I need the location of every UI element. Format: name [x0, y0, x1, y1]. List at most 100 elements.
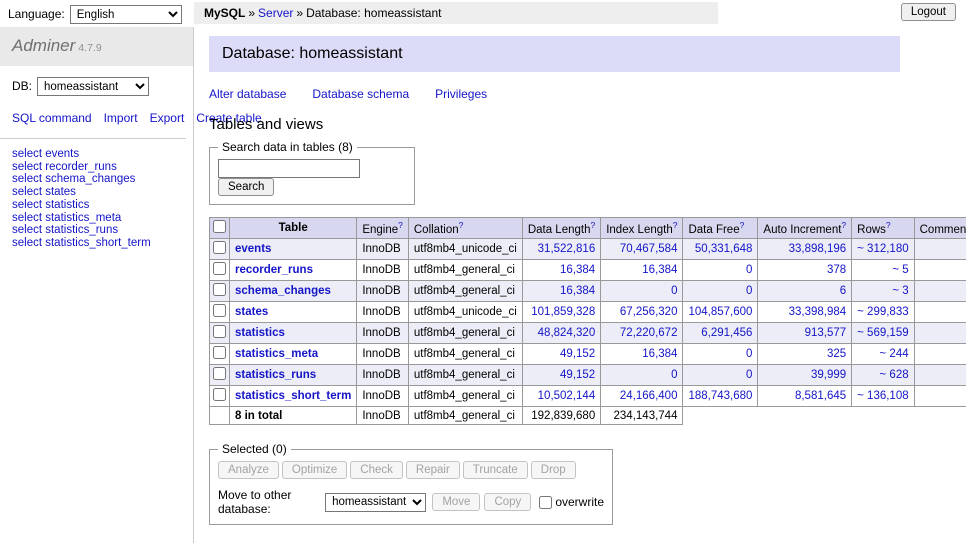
row-checkbox[interactable]	[213, 241, 226, 254]
auto-increment-link[interactable]: 33,398,984	[789, 306, 847, 318]
index-length-link[interactable]: 67,256,320	[620, 306, 678, 318]
index-length-link[interactable]: 70,467,584	[620, 243, 678, 255]
rows-count-link[interactable]: ~ 569,159	[857, 327, 908, 339]
rows-count-link[interactable]: ~ 628	[880, 369, 909, 381]
row-checkbox[interactable]	[213, 304, 226, 317]
repair-button: Repair	[406, 461, 460, 479]
row-checkbox[interactable]	[213, 367, 226, 380]
data-free-link[interactable]: 188,743,680	[688, 390, 752, 402]
column-help-link[interactable]: ?	[590, 220, 595, 230]
data-free-link[interactable]: 6,291,456	[701, 327, 752, 339]
row-checkbox[interactable]	[213, 262, 226, 275]
database-schema-link[interactable]: Database schema	[312, 87, 409, 101]
auto-increment-link[interactable]: 6	[840, 285, 846, 297]
auto-increment-link[interactable]: 378	[827, 264, 846, 276]
row-checkbox[interactable]	[213, 283, 226, 296]
row-checkbox[interactable]	[213, 325, 226, 338]
rows-count-link[interactable]: ~ 5	[892, 264, 908, 276]
table-name-link[interactable]: events	[235, 243, 271, 255]
index-length-link[interactable]: 72,220,672	[620, 327, 678, 339]
table-name-link[interactable]: states	[235, 306, 268, 318]
totals-row: 8 in total InnoDB utf8mb4_general_ci 192…	[210, 407, 966, 425]
search-input[interactable]	[218, 159, 360, 178]
data-length-link[interactable]: 49,152	[560, 348, 595, 360]
index-length-link[interactable]: 0	[671, 285, 677, 297]
column-help-link[interactable]: ?	[740, 220, 745, 230]
select-all-checkbox[interactable]	[213, 220, 226, 233]
data-free-link[interactable]: 0	[746, 285, 752, 297]
data-length-link[interactable]: 10,502,144	[538, 390, 596, 402]
sidebar-item-select-states[interactable]: select states	[12, 186, 181, 199]
sidebar-link-sql-command[interactable]: SQL command	[12, 111, 92, 125]
auto-increment-link[interactable]: 33,898,196	[789, 243, 847, 255]
db-selector-row: DB:homeassistant	[0, 66, 193, 102]
copy-button: Copy	[484, 493, 531, 511]
db-select[interactable]: homeassistant	[37, 77, 149, 96]
column-help-link[interactable]: ?	[673, 220, 678, 230]
breadcrumb-server-link[interactable]: Server	[258, 6, 293, 20]
search-button[interactable]: Search	[218, 178, 274, 196]
sidebar-item-select-statistics-meta[interactable]: select statistics_meta	[12, 212, 181, 225]
overwrite-checkbox[interactable]	[539, 496, 552, 509]
index-length-link[interactable]: 24,166,400	[620, 390, 678, 402]
auto-increment-link[interactable]: 8,581,645	[795, 390, 846, 402]
alter-database-link[interactable]: Alter database	[209, 87, 286, 101]
data-free-link[interactable]: 0	[746, 369, 752, 381]
breadcrumb-current: Database: homeassistant	[306, 6, 441, 20]
sidebar-link-export[interactable]: Export	[150, 111, 185, 125]
column-help-link[interactable]: ?	[459, 220, 464, 230]
data-length-link[interactable]: 31,522,816	[538, 243, 596, 255]
table-name-link[interactable]: statistics_short_term	[235, 390, 351, 402]
column-help-link[interactable]: ?	[841, 220, 846, 230]
breadcrumb-mysql-link[interactable]: MySQL	[204, 6, 245, 20]
data-free-link[interactable]: 0	[746, 348, 752, 360]
sidebar-item-select-statistics-runs[interactable]: select statistics_runs	[12, 224, 181, 237]
sidebar-link-import[interactable]: Import	[104, 111, 138, 125]
column-help-link[interactable]: ?	[886, 220, 891, 230]
data-length-link[interactable]: 48,824,320	[538, 327, 596, 339]
drop-button: Drop	[531, 461, 576, 479]
privileges-link[interactable]: Privileges	[435, 87, 487, 101]
data-length-link[interactable]: 49,152	[560, 369, 595, 381]
row-checkbox[interactable]	[213, 346, 226, 359]
data-length-link[interactable]: 16,384	[560, 285, 595, 297]
rows-count-link[interactable]: ~ 3	[892, 285, 908, 297]
table-name-link[interactable]: statistics	[235, 327, 285, 339]
sidebar-item-select-recorder-runs[interactable]: select recorder_runs	[12, 161, 181, 174]
auto-increment-link[interactable]: 39,999	[811, 369, 846, 381]
index-length-link[interactable]: 16,384	[642, 348, 677, 360]
rows-count-link[interactable]: ~ 136,108	[857, 390, 908, 402]
table-row: statistics InnoDB utf8mb4_general_ci 48,…	[210, 323, 966, 344]
sidebar-item-select-schema-changes[interactable]: select schema_changes	[12, 173, 181, 186]
auto-increment-link[interactable]: 325	[827, 348, 846, 360]
check-button: Check	[350, 461, 403, 479]
rows-count-link[interactable]: ~ 244	[880, 348, 909, 360]
index-length-link[interactable]: 0	[671, 369, 677, 381]
table-name-link[interactable]: recorder_runs	[235, 264, 313, 276]
auto-increment-link[interactable]: 913,577	[805, 327, 847, 339]
data-length-link[interactable]: 101,859,328	[531, 306, 595, 318]
move-database-select[interactable]: homeassistant	[325, 493, 426, 512]
sidebar-item-select-statistics-short-term[interactable]: select statistics_short_term	[12, 237, 181, 250]
column-header-data-length: Data Length?	[522, 218, 600, 239]
index-length-link[interactable]: 16,384	[642, 264, 677, 276]
sidebar-item-select-statistics[interactable]: select statistics	[12, 199, 181, 212]
table-name-link[interactable]: statistics_runs	[235, 369, 316, 381]
language-control: Language:English	[8, 5, 182, 24]
column-header-table: Table	[230, 218, 357, 239]
data-free-link[interactable]: 0	[746, 264, 752, 276]
sidebar-item-select-events[interactable]: select events	[12, 148, 181, 161]
data-free-link[interactable]: 104,857,600	[688, 306, 752, 318]
logout-button[interactable]: Logout	[901, 3, 956, 21]
language-select[interactable]: English	[70, 5, 182, 24]
rows-count-link[interactable]: ~ 299,833	[857, 306, 908, 318]
row-checkbox[interactable]	[213, 388, 226, 401]
table-name-link[interactable]: schema_changes	[235, 285, 331, 297]
comment-cell	[914, 365, 966, 386]
data-length-link[interactable]: 16,384	[560, 264, 595, 276]
column-help-link[interactable]: ?	[398, 220, 403, 230]
data-free-link[interactable]: 50,331,648	[695, 243, 753, 255]
rows-count-link[interactable]: ~ 312,180	[857, 243, 908, 255]
table-name-link[interactable]: statistics_meta	[235, 348, 318, 360]
analyze-button: Analyze	[218, 461, 279, 479]
